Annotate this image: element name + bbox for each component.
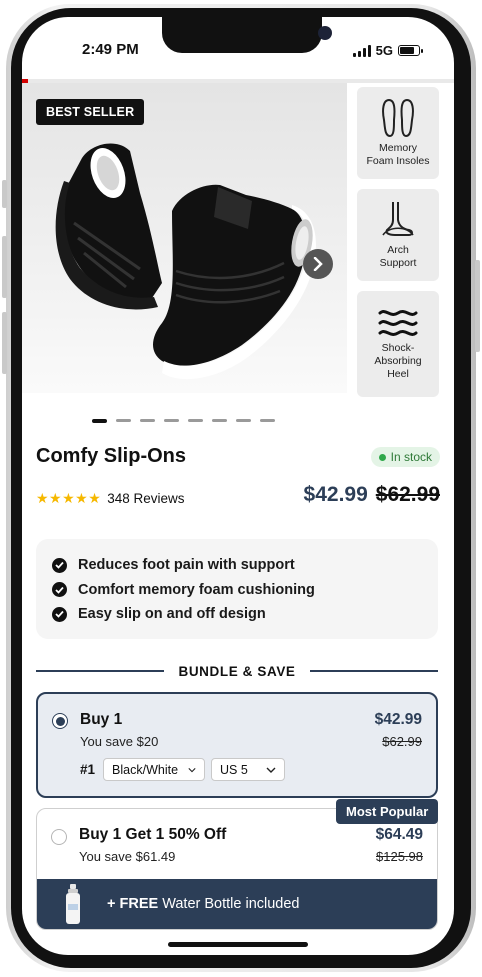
pagination-dot[interactable] (212, 419, 227, 422)
review-count[interactable]: 348 Reviews (107, 491, 184, 506)
benefit-item: Easy slip on and off design (52, 602, 422, 627)
chevron-down-icon (266, 767, 276, 773)
compare-price: $62.99 (375, 483, 440, 506)
size-select[interactable]: US 5 (211, 758, 286, 781)
feature-memory-foam: Memory Foam Insoles (357, 87, 439, 179)
divider (36, 670, 165, 672)
volume-up-button (2, 236, 7, 298)
variant-selectors: #1 Black/White US 5 (80, 758, 286, 781)
item-number: #1 (80, 762, 96, 777)
pagination-dot[interactable] (188, 419, 203, 422)
benefit-text: Reduces foot pain with support (78, 557, 295, 574)
back-shoe (55, 143, 163, 310)
offer-compare-price: $125.98 (376, 849, 423, 864)
check-icon (52, 582, 67, 598)
check-icon (52, 606, 67, 622)
pagination-dot[interactable] (92, 419, 107, 423)
mute-switch (2, 180, 7, 208)
most-popular-tag: Most Popular (336, 799, 439, 824)
waves-icon (378, 309, 418, 336)
check-icon (52, 557, 67, 573)
feature-label: Arch Support (379, 244, 417, 269)
image-pagination[interactable] (92, 419, 275, 423)
benefit-text: Comfort memory foam cushioning (78, 581, 315, 598)
bundle-heading-text: BUNDLE & SAVE (178, 663, 296, 679)
chevron-down-icon (188, 767, 196, 772)
feature-label: Shock- Absorbing Heel (374, 341, 422, 380)
screen: 2:49 PM 5G BEST SELLER Memory Foam Insol… (22, 17, 454, 955)
camera-icon (318, 26, 332, 40)
offer-savings: You save $61.49 (79, 849, 176, 864)
chevron-right-icon (313, 257, 323, 271)
free-bonus-rest: Water Bottle included (158, 896, 300, 912)
rating[interactable]: ★★★★★ 348 Reviews (36, 490, 185, 507)
offer-name: Buy 1 Get 1 50% Off (79, 826, 227, 843)
offer-savings: You save $20 (80, 734, 159, 749)
pagination-dot[interactable] (116, 419, 131, 422)
free-bonus-bar: + FREE Water Bottle included (37, 879, 437, 929)
stock-label: In stock (390, 450, 432, 464)
network-label: 5G (375, 43, 393, 58)
home-indicator[interactable] (168, 942, 308, 947)
offer-price: $42.99 (374, 711, 422, 728)
price-row: $42.99 $62.99 (304, 483, 440, 507)
water-bottle-icon (66, 884, 80, 924)
feature-shock-heel: Shock- Absorbing Heel (357, 291, 439, 397)
current-price: $42.99 (303, 483, 368, 506)
status-indicators: 5G (352, 43, 423, 58)
benefit-text: Easy slip on and off design (78, 606, 266, 623)
bundle-offer-bogo[interactable]: Buy 1 Get 1 50% Off You save $61.49 $64.… (36, 808, 438, 930)
arch-foot-icon (382, 202, 414, 236)
free-bonus-text: + FREE Water Bottle included (107, 896, 299, 912)
pagination-dot[interactable] (140, 419, 155, 422)
stock-dot-icon (378, 453, 386, 461)
power-button (475, 260, 480, 352)
product-image[interactable]: BEST SELLER (22, 83, 347, 393)
next-image-button[interactable] (303, 249, 333, 279)
benefit-item: Comfort memory foam cushioning (52, 578, 422, 603)
pagination-dot[interactable] (236, 419, 251, 422)
offer-radio-selected[interactable] (52, 713, 68, 729)
color-select[interactable]: Black/White (103, 758, 206, 781)
front-shoe (153, 184, 316, 380)
insoles-icon (382, 98, 414, 138)
divider (309, 670, 438, 672)
status-time: 2:49 PM (82, 41, 139, 58)
offer-price: $64.49 (375, 826, 423, 843)
signal-icon (352, 44, 371, 57)
star-rating-icon: ★★★★★ (36, 490, 102, 506)
offer-compare-price: $62.99 (382, 734, 422, 749)
bundle-heading: BUNDLE & SAVE (36, 661, 438, 681)
offer-radio[interactable] (51, 829, 67, 845)
feature-list: Memory Foam Insoles Arch Support Shock- … (357, 87, 439, 407)
color-select-value: Black/White (112, 762, 179, 777)
benefits-box: Reduces foot pain with support Comfort m… (36, 539, 438, 639)
feature-label: Memory Foam Insoles (366, 142, 430, 167)
battery-icon (398, 45, 423, 56)
free-bonus-strong: + FREE (107, 896, 159, 912)
size-select-value: US 5 (220, 762, 248, 777)
volume-down-button (2, 312, 7, 374)
feature-arch-support: Arch Support (357, 189, 439, 281)
offer-name: Buy 1 (80, 711, 123, 728)
benefit-item: Reduces foot pain with support (52, 553, 422, 578)
status-bar: 2:49 PM 5G (22, 41, 454, 61)
product-title: Comfy Slip-Ons (36, 445, 187, 467)
stock-badge: In stock (370, 447, 440, 467)
pagination-dot[interactable] (260, 419, 275, 422)
shoes-image (55, 143, 316, 380)
pagination-dot[interactable] (164, 419, 179, 422)
best-seller-badge: BEST SELLER (36, 99, 145, 125)
bundle-offer-buy-1[interactable]: Buy 1 You save $20 $42.99 $62.99 #1 Blac… (36, 692, 438, 798)
